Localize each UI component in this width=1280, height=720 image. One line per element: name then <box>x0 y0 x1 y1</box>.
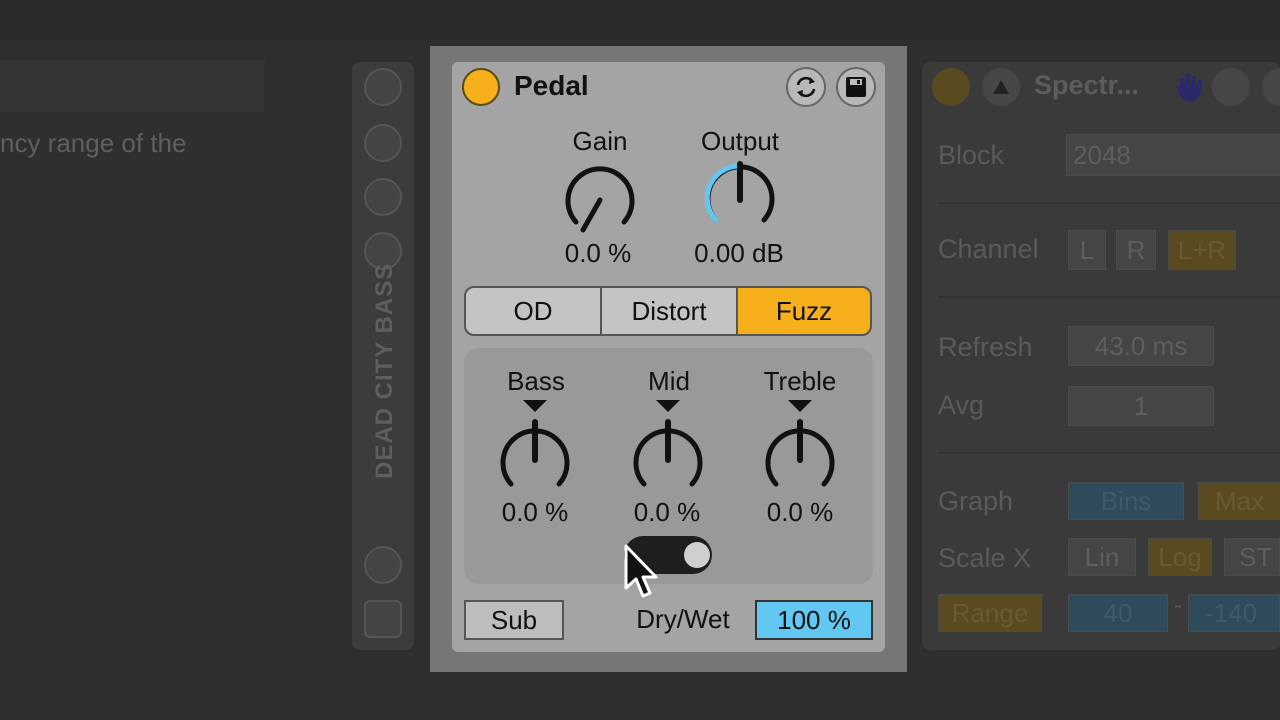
eq-toggle-knob <box>684 542 710 568</box>
track-name: DEAD CITY BASS <box>371 262 398 479</box>
mode-distort-button[interactable]: Distort <box>600 286 738 336</box>
pedal-title: Pedal <box>514 70 589 101</box>
info-panel-header <box>0 60 265 112</box>
mid-label: Mid <box>648 366 690 396</box>
spectrum-fold-icon[interactable] <box>982 68 1020 106</box>
save-preset-button[interactable] <box>836 67 876 107</box>
range-separator: - <box>1174 592 1182 619</box>
range-min-field[interactable]: 40 <box>1068 594 1168 632</box>
divider <box>938 296 1280 298</box>
gain-knob[interactable] <box>556 158 644 238</box>
avg-label: Avg <box>938 390 985 420</box>
spectrum-hotswap-icon[interactable] <box>1212 68 1250 106</box>
treble-value[interactable]: 0.0 % <box>750 497 850 528</box>
hotswap-icon <box>796 76 816 98</box>
track-save-icon[interactable] <box>364 600 402 638</box>
channel-label: Channel <box>938 234 1039 264</box>
hand-icon[interactable] <box>1174 70 1206 109</box>
channel-r-button[interactable]: R <box>1116 230 1156 270</box>
avg-field[interactable]: 1 <box>1068 386 1214 426</box>
range-button[interactable]: Range <box>938 594 1042 632</box>
mode-fuzz-button[interactable]: Fuzz <box>736 286 872 336</box>
track-hotswap-icon[interactable] <box>364 546 402 584</box>
gain-label: Gain <box>572 126 628 156</box>
block-select[interactable]: 2048 <box>1066 134 1280 176</box>
bass-label: Bass <box>507 366 565 396</box>
refresh-label: Refresh <box>938 332 1033 362</box>
bass-knob[interactable] <box>491 412 579 492</box>
mouse-cursor-icon <box>624 544 658 598</box>
triangle-up-icon <box>993 80 1009 94</box>
info-text: ncy range of the <box>0 128 187 158</box>
output-value[interactable]: 0.00 dB <box>676 238 802 269</box>
scalex-lin-button[interactable]: Lin <box>1068 538 1136 576</box>
divider <box>938 202 1280 204</box>
spectrum-title: Spectr... <box>1034 70 1140 100</box>
output-label: Output <box>700 126 780 156</box>
graph-max-button[interactable]: Max <box>1198 482 1280 520</box>
drywet-value-field[interactable]: 100 % <box>755 600 873 640</box>
sub-button[interactable]: Sub <box>464 600 564 640</box>
spectrum-power-button[interactable] <box>932 68 970 106</box>
divider <box>938 452 1280 454</box>
mid-value[interactable]: 0.0 % <box>617 497 717 528</box>
channel-lr-button[interactable]: L+R <box>1168 230 1236 270</box>
gain-value[interactable]: 0.0 % <box>548 238 648 269</box>
block-label: Block <box>938 140 1005 170</box>
scalex-log-button[interactable]: Log <box>1148 538 1212 576</box>
graph-bins-button[interactable]: Bins <box>1068 482 1184 520</box>
track-fold-icon[interactable] <box>364 124 402 162</box>
refresh-field[interactable]: 43.0 ms <box>1068 326 1214 366</box>
scalex-st-button[interactable]: ST <box>1224 538 1280 576</box>
background-top-bar <box>0 0 1280 40</box>
track-activator-button[interactable] <box>364 68 402 106</box>
mode-od-button[interactable]: OD <box>464 286 602 336</box>
treble-label: Treble <box>763 366 837 396</box>
output-knob[interactable] <box>696 156 784 236</box>
track-menu-icon[interactable] <box>364 178 402 216</box>
save-icon <box>846 77 866 97</box>
graph-label: Graph <box>938 486 1014 516</box>
channel-l-button[interactable]: L <box>1068 230 1106 270</box>
drywet-label: Dry/Wet <box>636 604 730 634</box>
range-max-field[interactable]: -140 <box>1188 594 1280 632</box>
treble-knob[interactable] <box>756 412 844 492</box>
pedal-power-button[interactable] <box>462 68 500 106</box>
bass-value[interactable]: 0.0 % <box>485 497 585 528</box>
scalex-label: Scale X <box>938 543 1032 573</box>
mid-knob[interactable] <box>624 412 712 492</box>
hotswap-button[interactable] <box>786 67 826 107</box>
